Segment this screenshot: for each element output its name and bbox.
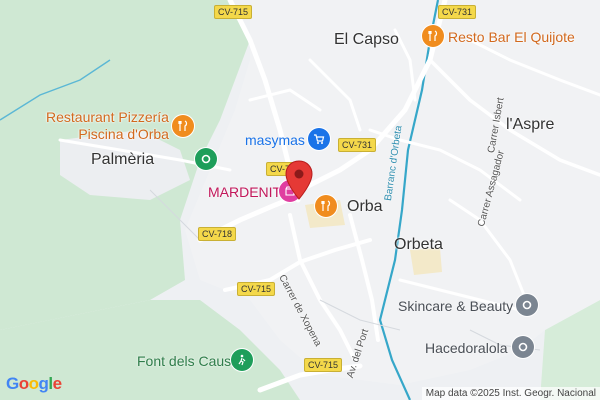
town-label-palmeria[interactable]: Palmèria [91, 151, 154, 169]
poi-label-skincare[interactable]: Skincare & Beauty [398, 298, 513, 314]
town-label-el-capso[interactable]: El Capso [334, 31, 399, 49]
map-view[interactable]: CV-715 CV-731 CV-731 CV-7 CV-718 CV-715 … [0, 0, 600, 400]
location-marker-icon[interactable] [285, 160, 313, 200]
poi-label-restaurant-pizzeria[interactable]: Restaurant Pizzería Piscina d'Orba [46, 109, 169, 143]
road-shield-cv715-mid: CV-715 [237, 282, 276, 296]
poi-label-restaurant-pizzeria-line2: Piscina d'Orba [78, 126, 169, 142]
place-icon[interactable] [516, 294, 538, 316]
poi-label-restaurant-pizzeria-line1: Restaurant Pizzería [46, 109, 169, 125]
google-logo: Google [6, 374, 62, 393]
poi-label-masymas[interactable]: masymas [245, 132, 305, 148]
road-shield-cv715-top: CV-715 [214, 5, 253, 19]
road-shield-cv731-top: CV-731 [438, 5, 477, 19]
town-label-orba[interactable]: Orba [347, 198, 383, 216]
town-label-laspre[interactable]: l'Aspre [506, 116, 554, 134]
fork-knife-icon[interactable] [315, 195, 337, 217]
place-icon[interactable] [512, 336, 534, 358]
map-attribution[interactable]: Map data ©2025 Inst. Geogr. Nacional [421, 387, 600, 400]
poi-label-mardenit[interactable]: MARDENIT [208, 184, 281, 200]
hiking-icon[interactable] [231, 349, 253, 371]
road-shield-cv718: CV-718 [198, 227, 237, 241]
road-shield-cv731-mid: CV-731 [338, 138, 377, 152]
road-shield-cv715-bottom: CV-715 [304, 358, 343, 372]
place-icon[interactable] [195, 148, 217, 170]
poi-label-font-dels-caus[interactable]: Font dels Caus [137, 353, 231, 369]
poi-label-hacedoralola[interactable]: Hacedoralola [425, 340, 508, 356]
fork-knife-icon[interactable] [422, 25, 444, 47]
cart-icon[interactable] [308, 128, 330, 150]
poi-label-resto-bar[interactable]: Resto Bar El Quijote [448, 29, 575, 46]
fork-knife-icon[interactable] [172, 115, 194, 137]
map-base-layer [0, 0, 600, 400]
town-label-orbeta[interactable]: Orbeta [394, 236, 443, 254]
